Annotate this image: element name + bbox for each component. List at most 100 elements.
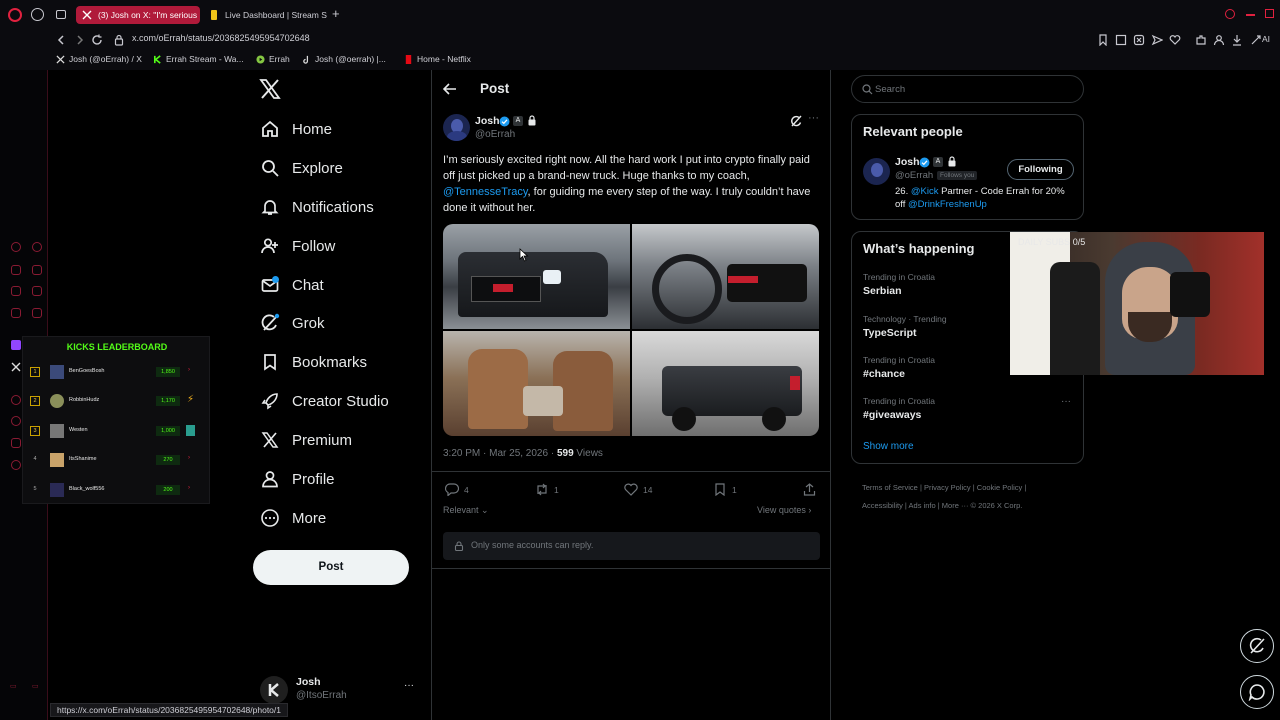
tweet-image-truck-front[interactable] <box>443 224 630 329</box>
nav-premium[interactable]: Premium <box>260 425 352 455</box>
sidebar-icon-10[interactable] <box>11 416 21 426</box>
trend-item[interactable]: Trending in Croatia #giveaways <box>863 396 935 421</box>
messages-float-button[interactable] <box>1240 675 1274 709</box>
bookmark-button[interactable]: 1 <box>714 483 737 496</box>
sidebar-icon-7[interactable] <box>11 308 21 318</box>
bookmark-errah[interactable]: Errah <box>256 54 290 64</box>
nav-creator-studio[interactable]: Creator Studio <box>260 386 389 416</box>
footer-link[interactable]: Cookie Policy <box>977 483 1022 492</box>
bookmark-errah-stream[interactable]: Errah Stream - Wa... <box>153 54 244 64</box>
sidebar-icon-4[interactable] <box>32 265 42 275</box>
bookmark-josh-tiktok[interactable]: Josh (@oerrah) |... <box>302 54 386 64</box>
post-button[interactable]: Post <box>253 550 409 585</box>
trend-item[interactable]: Technology · Trending TypeScript <box>863 314 947 339</box>
nav-home[interactable]: Home <box>260 114 332 144</box>
author-avatar[interactable] <box>443 114 470 141</box>
send-icon[interactable] <box>1151 34 1163 46</box>
nav-grok[interactable]: Grok <box>260 308 325 338</box>
reload-icon[interactable] <box>91 34 103 46</box>
tab-live-dashboard[interactable]: Live Dashboard | Stream S <box>203 6 327 24</box>
leaderboard-value: 1,000 <box>156 426 180 436</box>
sidebar-icon-6[interactable] <box>32 286 42 296</box>
reply-button[interactable]: 4 <box>445 483 469 496</box>
trend-item[interactable]: Trending in Croatia Serbian <box>863 272 935 297</box>
history-icon[interactable] <box>31 8 44 21</box>
new-tab-button[interactable]: + <box>332 7 344 20</box>
back-arrow-icon[interactable] <box>443 83 457 95</box>
forward-icon[interactable] <box>74 34 86 46</box>
tweet-image-truck-rear[interactable] <box>632 331 819 436</box>
download-icon[interactable] <box>1231 34 1243 46</box>
tweet-timestamp[interactable]: 3:20 PM · Mar 25, 2026 · <box>443 448 557 459</box>
lock-icon[interactable] <box>113 34 125 46</box>
ai-label[interactable]: AI <box>1262 34 1270 44</box>
minimize-button[interactable] <box>1246 14 1255 16</box>
tweet-image-truck-seats[interactable] <box>443 331 630 436</box>
nav-bookmarks[interactable]: Bookmarks <box>260 347 367 377</box>
tweet-image-truck-interior[interactable] <box>632 224 819 329</box>
person-name[interactable]: Josh <box>895 156 920 168</box>
tab-menu-icon[interactable] <box>56 10 66 19</box>
footer-link[interactable]: More ··· <box>942 501 969 510</box>
view-quotes-link[interactable]: View quotes › <box>757 505 811 515</box>
opera-logo-icon[interactable] <box>8 8 22 22</box>
x-logo-icon[interactable] <box>259 79 281 99</box>
url-field[interactable]: x.com/oErrah/status/2036825495954702648 <box>132 33 310 43</box>
author-handle[interactable]: @oErrah <box>475 129 515 140</box>
sidebar-icon-5[interactable] <box>11 286 21 296</box>
bookmark-josh-x[interactable]: Josh (@oErrah) / X <box>56 54 142 64</box>
search-tabs-icon[interactable] <box>1225 9 1235 19</box>
sidebar-bottom-icon-2[interactable]: ▭ <box>32 682 39 690</box>
trend-more-icon[interactable]: ··· <box>1061 396 1071 407</box>
grok-explain-icon[interactable] <box>790 115 802 127</box>
trend-item[interactable]: Trending in Croatia #chance <box>863 355 935 380</box>
sidebar-icon-2[interactable] <box>32 242 42 252</box>
nav-notifications[interactable]: Notifications <box>260 192 374 222</box>
share-icon[interactable] <box>803 483 816 496</box>
nav-profile[interactable]: Profile <box>260 464 335 494</box>
settings-icon[interactable] <box>11 460 21 470</box>
footer-link[interactable]: Ads info <box>909 501 936 510</box>
tweet-more-icon[interactable]: ··· <box>808 112 819 124</box>
ai-icon[interactable] <box>1250 34 1262 46</box>
show-more-link[interactable]: Show more <box>863 441 914 452</box>
sidebar-icon-1[interactable] <box>11 242 21 252</box>
x-sidebar-icon[interactable] <box>11 362 21 372</box>
sidebar-icon-11[interactable] <box>11 438 21 448</box>
search-input[interactable]: Search <box>851 75 1084 103</box>
tab-x-post[interactable]: (3) Josh on X: "I'm serious <box>76 6 200 24</box>
bookmark-netflix[interactable]: Home - Netflix <box>404 54 471 64</box>
mention-link[interactable]: @TennesseTracy <box>443 186 528 198</box>
like-button[interactable]: 14 <box>624 483 652 496</box>
mention-link[interactable]: @DrinkFreshenUp <box>908 199 987 210</box>
bookmark-page-icon[interactable] <box>1097 34 1109 46</box>
avatar[interactable] <box>863 158 890 185</box>
maximize-button[interactable] <box>1265 9 1274 18</box>
leaderboard-value: 270 <box>156 455 180 465</box>
repost-button[interactable]: 1 <box>535 483 559 496</box>
author-name[interactable]: Josh <box>475 115 500 127</box>
snapshot-icon[interactable] <box>1115 34 1127 46</box>
footer-link[interactable]: Accessibility <box>862 501 903 510</box>
grok-float-button[interactable] <box>1240 629 1274 663</box>
twitch-icon[interactable] <box>11 340 21 350</box>
extensions-icon[interactable] <box>1195 34 1207 46</box>
account-more-icon[interactable]: ··· <box>404 680 414 691</box>
profile-icon[interactable] <box>1213 34 1225 46</box>
footer-link[interactable]: Terms of Service <box>862 483 918 492</box>
sidebar-icon-8[interactable] <box>32 308 42 318</box>
sort-relevant-dropdown[interactable]: Relevant ⌄ <box>443 505 489 516</box>
sidebar-icon-9[interactable] <box>11 395 21 405</box>
following-button[interactable]: Following <box>1007 159 1074 180</box>
adblock-icon[interactable] <box>1133 34 1145 46</box>
nav-chat[interactable]: Chat <box>260 270 324 300</box>
back-icon[interactable] <box>55 34 67 46</box>
heart-icon[interactable] <box>1169 34 1181 46</box>
nav-more[interactable]: More <box>260 503 326 533</box>
mention-link[interactable]: @Kick <box>911 186 939 197</box>
sidebar-icon-3[interactable] <box>11 265 21 275</box>
nav-follow[interactable]: Follow <box>260 231 335 261</box>
footer-link[interactable]: Privacy Policy <box>924 483 971 492</box>
sidebar-bottom-icon-1[interactable]: ▭ <box>10 682 17 690</box>
nav-explore[interactable]: Explore <box>260 153 343 183</box>
